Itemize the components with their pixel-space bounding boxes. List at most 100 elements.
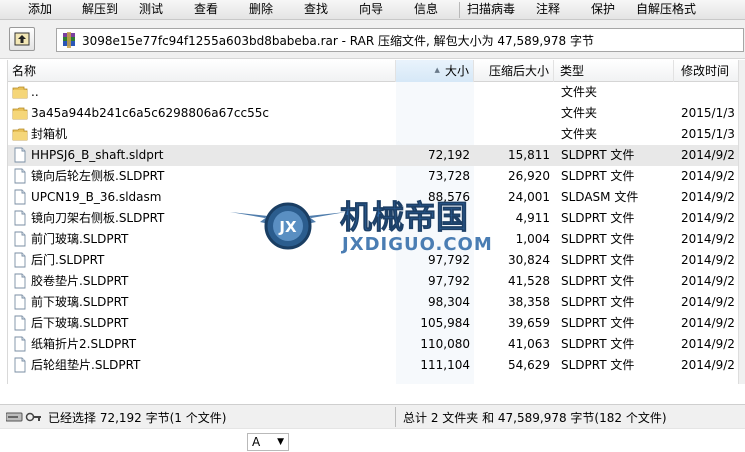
- table-row[interactable]: 前下玻璃.SLDPRT 98,304 38,358 SLDPRT 文件 2014/9/2: [8, 292, 745, 313]
- file-type: SLDPRT 文件: [561, 358, 635, 372]
- file-packed-size: 54,629: [508, 358, 550, 372]
- table-row[interactable]: 镜向后轮左侧板.SLDPRT 73,728 26,920 SLDPRT 文件 2014/…: [8, 166, 745, 187]
- column-modified[interactable]: 修改时间: [674, 60, 745, 82]
- file-list[interactable]: 名称 ▲ 大小 压缩后大小 类型 修改时间 .. 文件夹 3a45a944b241c…: [7, 60, 745, 384]
- file-icon: [14, 210, 26, 226]
- file-name: 后门.SLDPRT: [31, 253, 105, 267]
- file-size: [396, 124, 470, 145]
- test-button[interactable]: 测试: [139, 1, 163, 18]
- table-row[interactable]: 后轮组垫片.SLDPRT 111,104 54,629 SLDPRT 文件 2014/9…: [8, 355, 745, 376]
- column-name-label: 名称: [12, 64, 37, 78]
- comment-button[interactable]: 注释: [536, 1, 560, 18]
- table-row[interactable]: 纸箱折片2.SLDPRT 110,080 41,063 SLDPRT 文件 2014/9…: [8, 334, 745, 355]
- scan-virus-button[interactable]: 扫描病毒: [467, 1, 515, 18]
- list-header: 名称 ▲ 大小 压缩后大小 类型 修改时间: [8, 60, 745, 82]
- file-modified: 2014/9/2: [681, 358, 735, 372]
- file-modified: 2014/9/2: [681, 253, 735, 267]
- file-type: SLDPRT 文件: [561, 211, 635, 225]
- file-name: HHPSJ6_B_shaft.sldprt: [31, 148, 164, 162]
- file-type: SLDPRT 文件: [561, 295, 635, 309]
- column-packed[interactable]: 压缩后大小: [474, 60, 554, 82]
- file-size: 97,792: [428, 253, 470, 267]
- file-icon: [14, 189, 26, 205]
- delete-button[interactable]: 删除: [249, 1, 273, 18]
- table-row[interactable]: 胶卷垫片.SLDPRT 97,792 41,528 SLDPRT 文件 2014/9/2: [8, 271, 745, 292]
- file-packed-size: 24,001: [508, 190, 550, 204]
- file-packed-size: 26,920: [508, 169, 550, 183]
- folder-icon: [12, 128, 28, 141]
- file-icon: [14, 168, 26, 184]
- sfx-button[interactable]: 自解压格式: [636, 1, 696, 18]
- file-name: 后轮组垫片.SLDPRT: [31, 358, 141, 372]
- file-name: 封箱机: [31, 127, 68, 141]
- file-type: 文件夹: [561, 106, 598, 120]
- file-icon: [14, 336, 26, 352]
- file-modified: 2014/9/2: [681, 148, 735, 162]
- file-icon: [14, 147, 26, 163]
- total-status: 总计 2 文件夹 和 47,589,978 字节(182 个文件): [403, 411, 667, 425]
- table-row[interactable]: 镜向刀架右侧板.SLDPRT 4,911 SLDPRT 文件 2014/9/2: [8, 208, 745, 229]
- font-dropdown-value: A: [252, 435, 261, 449]
- file-type: SLDPRT 文件: [561, 337, 635, 351]
- file-type: 文件夹: [561, 85, 598, 99]
- file-type: SLDPRT 文件: [561, 169, 635, 183]
- column-type[interactable]: 类型: [554, 60, 674, 82]
- file-size: 88,576: [428, 190, 470, 204]
- table-row[interactable]: 封箱机 文件夹 2015/1/3: [8, 124, 745, 145]
- file-icon: [14, 273, 26, 289]
- file-type: SLDASM 文件: [561, 190, 639, 204]
- table-row[interactable]: 3a45a944b241c6a5c6298806a67cc55c 文件夹 2015/…: [8, 103, 745, 124]
- info-button[interactable]: 信息: [414, 1, 438, 18]
- font-dropdown[interactable]: A ▼: [247, 433, 289, 451]
- table-row[interactable]: 前门玻璃.SLDPRT 1,004 SLDPRT 文件 2014/9/2: [8, 229, 745, 250]
- table-row[interactable]: HHPSJ6_B_shaft.sldprt 72,192 15,811 SLDPRT …: [8, 145, 745, 166]
- file-modified: 2014/9/2: [681, 337, 735, 351]
- file-name: ..: [31, 85, 39, 99]
- drive-key-icon: [6, 412, 41, 422]
- add-button[interactable]: 添加: [28, 1, 52, 18]
- status-bar: 已经选择 72,192 字节(1 个文件) 总计 2 文件夹 和 47,589,…: [0, 404, 745, 428]
- file-modified: 2014/9/2: [681, 274, 735, 288]
- protect-button[interactable]: 保护: [591, 1, 615, 18]
- file-size: [396, 208, 470, 229]
- view-button[interactable]: 查看: [194, 1, 218, 18]
- file-modified: 2014/9/2: [681, 295, 735, 309]
- up-folder-button[interactable]: [9, 27, 35, 51]
- column-size-label: 大小: [444, 64, 469, 78]
- file-size: 110,080: [420, 337, 470, 351]
- rar-archive-icon: [63, 32, 75, 48]
- file-size: 97,792: [428, 274, 470, 288]
- file-icon: [14, 252, 26, 268]
- file-modified: 2015/1/3: [681, 127, 735, 141]
- file-size: [396, 103, 470, 124]
- find-button[interactable]: 查找: [304, 1, 328, 18]
- file-modified: 2015/1/3: [681, 106, 735, 120]
- file-modified: 2014/9/2: [681, 169, 735, 183]
- status-divider: [395, 407, 396, 427]
- file-packed-size: [478, 82, 550, 103]
- file-packed-size: [478, 103, 550, 124]
- file-name: 镜向后轮左侧板.SLDPRT: [31, 169, 165, 183]
- file-modified: 2014/9/2: [681, 190, 735, 204]
- table-row[interactable]: 后门.SLDPRT 97,792 30,824 SLDPRT 文件 2014/9/2: [8, 250, 745, 271]
- up-arrow-icon: [14, 32, 30, 46]
- file-type: SLDPRT 文件: [561, 316, 635, 330]
- table-row[interactable]: UPCN19_B_36.sldasm 88,576 24,001 SLDASM 文件 2…: [8, 187, 745, 208]
- wizard-button[interactable]: 向导: [359, 1, 383, 18]
- file-name: UPCN19_B_36.sldasm: [31, 190, 162, 204]
- address-text: 3098e15e77fc94f1255a603bd8babeba.rar - R…: [82, 34, 594, 48]
- file-packed-size: 15,811: [508, 148, 550, 162]
- column-size[interactable]: ▲ 大小: [396, 60, 474, 82]
- address-bar[interactable]: 3098e15e77fc94f1255a603bd8babeba.rar - R…: [56, 28, 744, 52]
- file-packed-size: 38,358: [508, 295, 550, 309]
- file-size: 105,984: [420, 316, 470, 330]
- column-name[interactable]: 名称: [8, 60, 396, 82]
- file-modified: 2014/9/2: [681, 316, 735, 330]
- table-row[interactable]: 后下玻璃.SLDPRT 105,984 39,659 SLDPRT 文件 2014/9/…: [8, 313, 745, 334]
- table-row[interactable]: .. 文件夹: [8, 82, 745, 103]
- file-icon: [14, 315, 26, 331]
- column-modified-label: 修改时间: [681, 64, 730, 78]
- extract-to-button[interactable]: 解压到: [82, 1, 118, 18]
- vertical-scrollbar[interactable]: [738, 60, 745, 384]
- file-packed-size: [478, 124, 550, 145]
